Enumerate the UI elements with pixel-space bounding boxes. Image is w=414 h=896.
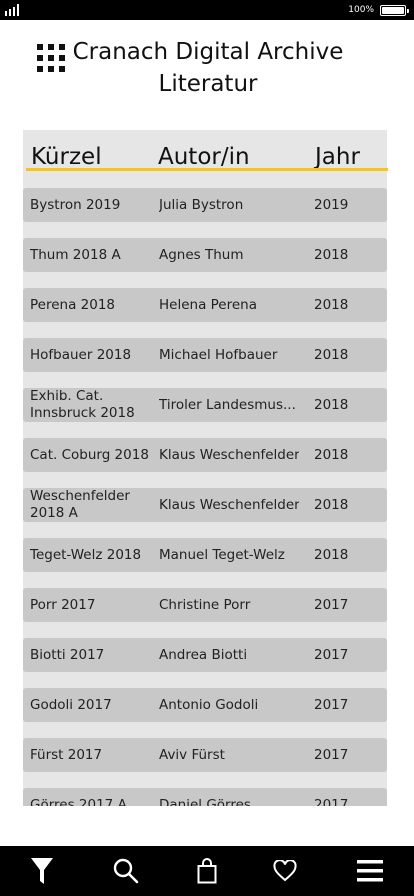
signal-strength-icon (5, 4, 23, 16)
cell-kuerzel: Godoli 2017 (30, 696, 112, 713)
hamburger-menu-icon (357, 860, 383, 882)
main-menu-button[interactable] (345, 846, 395, 896)
cell-autor: Antonio Godoli (159, 697, 259, 713)
cell-autor: Christine Porr (159, 597, 251, 613)
table-row[interactable]: Fürst 2017 Aviv Fürst 2017 (23, 738, 387, 772)
cell-jahr: 2017 (314, 697, 349, 713)
table-row[interactable]: Perena 2018 Helena Perena 2018 (23, 288, 387, 322)
cell-autor: Helena Perena (159, 297, 257, 313)
shopping-bag-button[interactable] (182, 846, 232, 896)
table-row[interactable]: Hofbauer 2018 Michael Hofbauer 2018 (23, 338, 387, 372)
shopping-bag-icon (197, 858, 217, 884)
cell-autor: Julia Bystron (159, 197, 244, 213)
literature-table: Kürzel Autor/in Jahr Bystron 2019 Julia B… (23, 130, 387, 806)
cell-jahr: 2017 (314, 647, 349, 663)
app-title: Cranach Digital Archive (72, 39, 344, 65)
header-underline (26, 168, 388, 171)
page-title: Cranach Digital Archive Literatur (70, 36, 346, 100)
table-row[interactable]: Bystron 2019 Julia Bystron 2019 (23, 188, 387, 222)
cell-jahr: 2019 (314, 197, 349, 213)
cell-kuerzel: Thum 2018 A (30, 246, 121, 263)
filter-button[interactable] (17, 846, 67, 896)
cell-autor: Klaus Weschenfelder (159, 447, 299, 463)
table-row[interactable]: Thum 2018 A Agnes Thum 2018 (23, 238, 387, 272)
cell-kuerzel: Porr 2017 (30, 596, 96, 613)
cell-autor: Manuel Teget-Welz (159, 547, 285, 563)
cell-kuerzel: Weschenfelder 2018 A (30, 488, 130, 521)
cell-autor: Tiroler Landesmus... (159, 397, 296, 413)
cell-jahr: 2018 (314, 397, 349, 413)
section-title: Literatur (158, 71, 258, 97)
cell-kuerzel: Cat. Coburg 2018 (30, 446, 149, 463)
table-row[interactable]: Görres 2017 A Daniel Görres 2017 (23, 788, 387, 806)
table-row[interactable]: Porr 2017 Christine Porr 2017 (23, 588, 387, 622)
heart-icon (273, 860, 297, 882)
search-icon (113, 858, 139, 884)
cell-kuerzel: Biotti 2017 (30, 646, 105, 663)
cell-autor: Aviv Fürst (159, 747, 225, 763)
cell-autor: Andrea Biotti (159, 647, 248, 663)
table-row[interactable]: Godoli 2017 Antonio Godoli 2017 (23, 688, 387, 722)
cell-kuerzel: Bystron 2019 (30, 196, 121, 213)
cell-jahr: 2017 (314, 797, 349, 806)
cell-jahr: 2018 (314, 347, 349, 363)
cell-autor: Agnes Thum (159, 247, 244, 263)
cell-autor: Daniel Görres (159, 797, 251, 806)
cell-kuerzel: Görres 2017 A (30, 796, 127, 807)
battery-icon (380, 5, 409, 16)
cell-kuerzel: Perena 2018 (30, 296, 116, 313)
table-header: Kürzel Autor/in Jahr (23, 130, 387, 170)
table-body: Bystron 2019 Julia Bystron 2019 Thum 2018 A… (23, 188, 387, 806)
table-row[interactable]: Weschenfelder 2018 A Klaus Weschenfelder 2… (23, 488, 387, 522)
cell-kuerzel: Teget-Welz 2018 (30, 546, 142, 563)
grid-menu-icon[interactable] (37, 44, 65, 72)
favorites-button[interactable] (260, 846, 310, 896)
table-row[interactable]: Biotti 2017 Andrea Biotti 2017 (23, 638, 387, 672)
cell-jahr: 2018 (314, 247, 349, 263)
cell-autor: Michael Hofbauer (159, 347, 278, 363)
cell-kuerzel: Hofbauer 2018 (30, 346, 132, 363)
search-button[interactable] (101, 846, 151, 896)
cell-jahr: 2017 (314, 747, 349, 763)
table-row[interactable]: Cat. Coburg 2018 Klaus Weschenfelder 2018 (23, 438, 387, 472)
cell-jahr: 2018 (314, 497, 349, 513)
cell-autor: Klaus Weschenfelder (159, 497, 299, 513)
bottom-navigation (0, 846, 414, 896)
table-row[interactable]: Teget-Welz 2018 Manuel Teget-Welz 2018 (23, 538, 387, 572)
table-row[interactable]: Exhib. Cat. Innsbruck 2018 Tiroler Landes… (23, 388, 387, 422)
cell-kuerzel: Exhib. Cat. Innsbruck 2018 (30, 388, 135, 421)
cell-jahr: 2018 (314, 297, 349, 313)
cell-kuerzel: Fürst 2017 (30, 746, 103, 763)
cell-jahr: 2018 (314, 447, 349, 463)
battery-percentage: 100% (348, 5, 374, 15)
cell-jahr: 2018 (314, 547, 349, 563)
status-bar: 100% (0, 0, 414, 20)
cell-jahr: 2017 (314, 597, 349, 613)
filter-icon (31, 858, 53, 884)
